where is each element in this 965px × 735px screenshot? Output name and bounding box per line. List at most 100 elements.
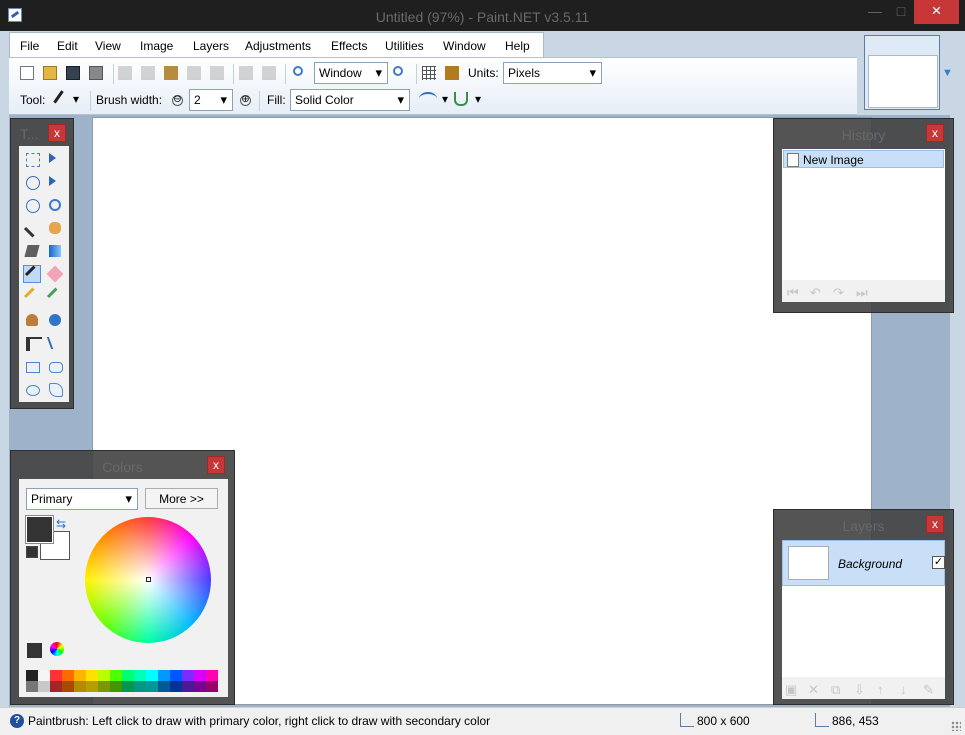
palette-swatch[interactable] — [146, 670, 158, 681]
fill-select[interactable]: Solid Color — [290, 89, 410, 111]
palette-swatch[interactable] — [206, 670, 218, 681]
palette-swatch[interactable] — [182, 681, 194, 692]
antialiasing-icon[interactable] — [419, 92, 437, 106]
history-item[interactable]: New Image — [783, 150, 944, 168]
zoom-select[interactable]: Window — [314, 62, 388, 84]
antialiasing-dropdown[interactable]: ▾ — [442, 92, 448, 106]
colors-panel-close-button[interactable]: x — [207, 456, 225, 474]
redo-button[interactable] — [260, 64, 278, 82]
menu-window[interactable]: Window — [443, 39, 486, 53]
zoom-out-button[interactable] — [291, 64, 309, 82]
palette-swatch[interactable] — [146, 681, 158, 692]
minimize-button[interactable]: — — [862, 0, 888, 24]
add-layer-button[interactable]: ▣ — [785, 682, 799, 697]
palette-swatch[interactable] — [122, 681, 134, 692]
redo-history-button[interactable]: ↷ — [833, 285, 847, 300]
palette-swatch[interactable] — [182, 670, 194, 681]
palette-swatch[interactable] — [134, 681, 146, 692]
menu-view[interactable]: View — [95, 39, 121, 53]
menu-effects[interactable]: Effects — [331, 39, 367, 53]
palette-swatch[interactable] — [50, 681, 62, 692]
rewind-history-button[interactable]: ⏮ — [787, 285, 801, 300]
palette-swatch[interactable] — [170, 681, 182, 692]
rectangle-select-tool[interactable] — [23, 150, 41, 168]
palette-swatch[interactable] — [122, 670, 134, 681]
delete-layer-button[interactable]: ✕ — [808, 682, 822, 697]
brush-width-increase-button[interactable]: ⊕ — [240, 95, 251, 106]
rulers-toggle[interactable] — [443, 64, 461, 82]
palette-swatch[interactable] — [98, 670, 110, 681]
blend-mode-icon[interactable] — [454, 92, 468, 106]
copy-button[interactable] — [139, 64, 157, 82]
brush-width-decrease-button[interactable]: ⊖ — [172, 95, 183, 106]
palette-swatch[interactable] — [26, 681, 38, 692]
palette-swatch[interactable] — [74, 670, 86, 681]
open-button[interactable] — [41, 64, 59, 82]
color-mode-select[interactable]: Primary — [26, 488, 138, 510]
layer-visibility-checkbox[interactable]: ✓ — [932, 556, 945, 569]
menu-utilities[interactable]: Utilities — [385, 39, 424, 53]
crop-button[interactable] — [185, 64, 203, 82]
merge-layer-down-button[interactable]: ⇩ — [854, 682, 868, 697]
units-select[interactable]: Pixels — [503, 62, 602, 84]
menu-edit[interactable]: Edit — [57, 39, 78, 53]
freeform-shape-tool[interactable] — [46, 380, 64, 398]
duplicate-layer-button[interactable]: ⧉ — [831, 682, 845, 697]
palette-swatch[interactable] — [26, 670, 38, 681]
palette-swatch[interactable] — [62, 681, 74, 692]
ellipse-tool[interactable] — [23, 380, 41, 398]
grid-toggle[interactable] — [420, 64, 438, 82]
palette-swatch[interactable] — [158, 681, 170, 692]
thumbnail-menu-arrow-icon[interactable]: ▼ — [942, 67, 953, 79]
print-button[interactable] — [87, 64, 105, 82]
rectangle-tool[interactable] — [23, 357, 41, 375]
pan-tool[interactable] — [46, 219, 64, 237]
swap-colors-icon[interactable]: ⇆ — [56, 517, 66, 531]
zoom-tool[interactable] — [46, 196, 64, 214]
paint-bucket-tool[interactable] — [23, 242, 41, 260]
save-button[interactable] — [64, 64, 82, 82]
line-curve-tool[interactable] — [46, 334, 64, 352]
close-window-button[interactable]: × — [914, 0, 959, 24]
rounded-rectangle-tool[interactable] — [46, 357, 64, 375]
paste-button[interactable] — [162, 64, 180, 82]
palette-swatch[interactable] — [86, 670, 98, 681]
move-layer-up-button[interactable]: ↑ — [877, 682, 891, 697]
text-tool[interactable] — [23, 334, 42, 352]
palette-swatch[interactable] — [134, 670, 146, 681]
palette-swatch[interactable] — [74, 681, 86, 692]
palette-swatch[interactable] — [194, 681, 206, 692]
move-selection-tool[interactable] — [46, 173, 64, 191]
color-wheel-selector[interactable] — [146, 577, 151, 582]
move-selected-pixels-tool[interactable] — [46, 150, 64, 168]
menu-file[interactable]: File — [20, 39, 39, 53]
palette-swatch[interactable] — [62, 670, 74, 681]
deselect-button[interactable] — [208, 64, 226, 82]
history-panel-close-button[interactable]: x — [926, 124, 944, 142]
move-layer-down-button[interactable]: ↓ — [900, 682, 914, 697]
palette-menu-icon[interactable] — [50, 642, 64, 656]
undo-button[interactable] — [237, 64, 255, 82]
palette-swatch[interactable] — [38, 670, 50, 681]
recolor-tool[interactable] — [46, 311, 64, 329]
gradient-tool[interactable] — [46, 242, 64, 260]
clone-stamp-tool[interactable] — [23, 311, 41, 329]
pencil-tool[interactable] — [23, 288, 41, 306]
undo-history-button[interactable]: ↶ — [810, 285, 824, 300]
layer-row-background[interactable]: Background ✓ — [782, 540, 945, 586]
palette-swatch[interactable] — [170, 670, 182, 681]
palette-swatch[interactable] — [110, 681, 122, 692]
palette-swatch[interactable] — [50, 670, 62, 681]
more-colors-button[interactable]: More >> — [145, 488, 218, 509]
image-thumbnail[interactable] — [864, 35, 940, 110]
color-picker-tool[interactable] — [46, 288, 64, 306]
palette-swatch[interactable] — [110, 670, 122, 681]
lasso-select-tool[interactable] — [23, 173, 41, 191]
palette-swatch[interactable] — [38, 681, 50, 692]
maximize-button[interactable]: □ — [888, 0, 914, 24]
palette-swatch[interactable] — [206, 681, 218, 692]
paintbrush-tool[interactable] — [23, 265, 41, 283]
ellipse-select-tool[interactable] — [23, 196, 41, 214]
menu-image[interactable]: Image — [140, 39, 173, 53]
zoom-in-button[interactable] — [391, 64, 409, 82]
